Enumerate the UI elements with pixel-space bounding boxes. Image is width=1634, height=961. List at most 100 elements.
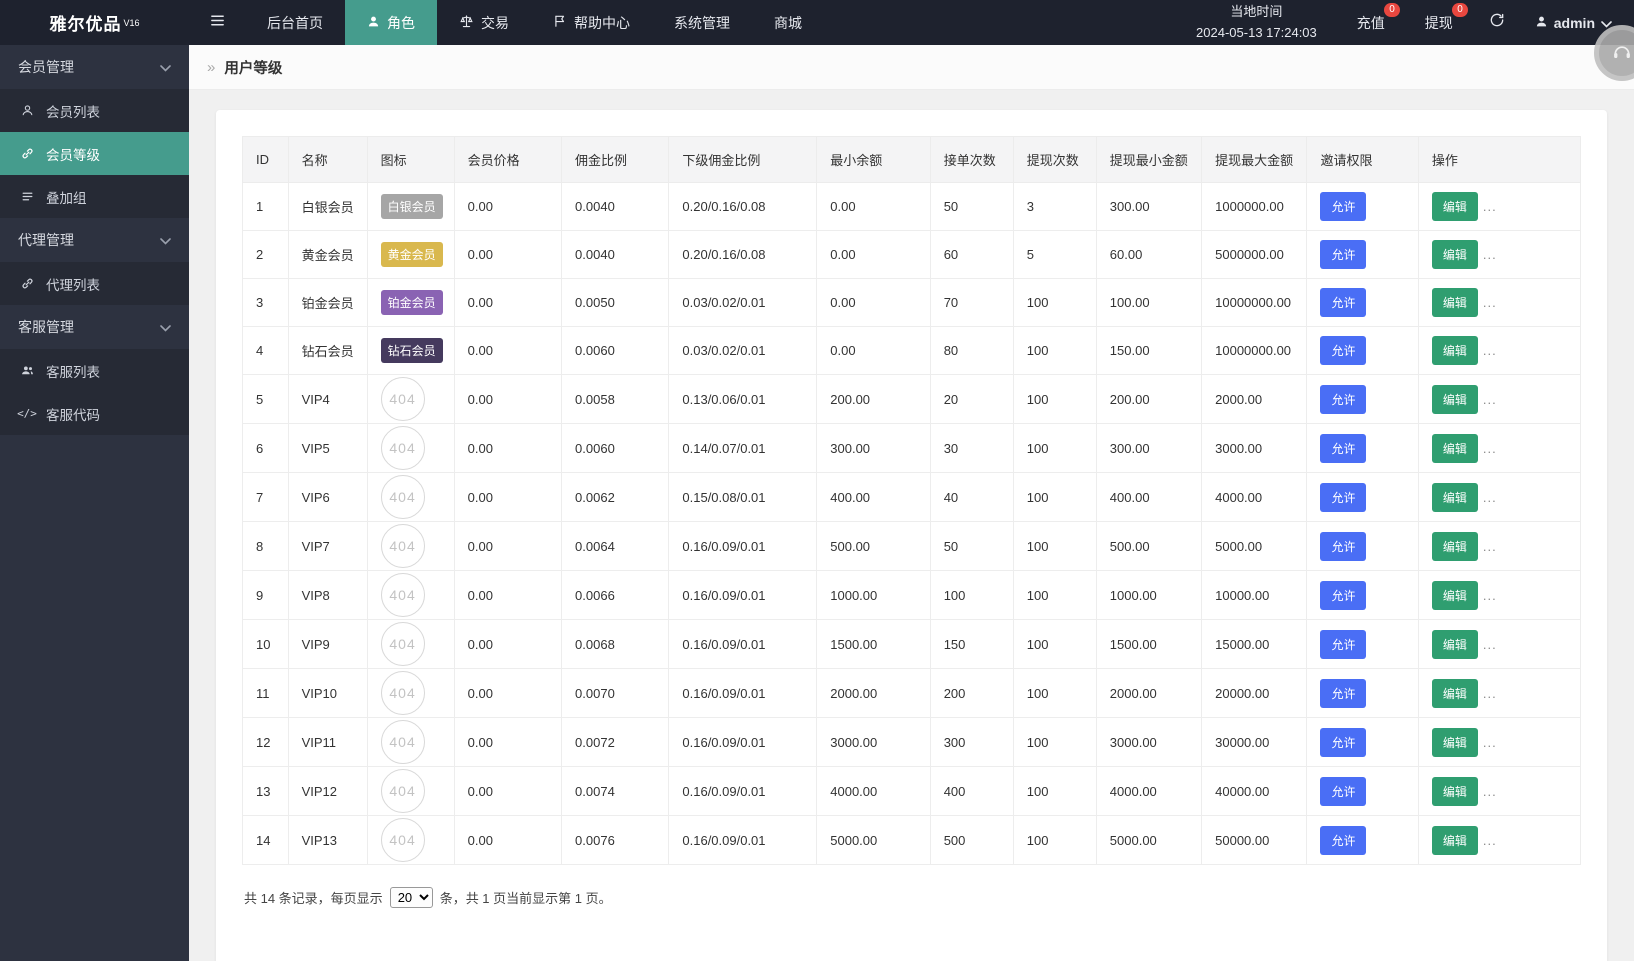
cell-id: 12 <box>243 718 289 767</box>
cell-withdraw-max: 1000000.00 <box>1202 183 1307 231</box>
cell-actions: 编辑... <box>1418 231 1580 279</box>
cell-id: 13 <box>243 767 289 816</box>
action-more-label: ... <box>1483 490 1497 505</box>
nav-item-mall[interactable]: 商城 <box>752 0 824 45</box>
allow-button[interactable]: 允许 <box>1320 630 1366 659</box>
sidebar-section-service-management[interactable]: 客服管理 <box>0 305 189 349</box>
sidebar-section-label: 会员管理 <box>18 57 74 77</box>
edit-button[interactable]: 编辑 <box>1432 581 1478 610</box>
cell-invite-permission: 允许 <box>1307 231 1418 279</box>
cell-min-balance: 0.00 <box>817 231 930 279</box>
nav-item-trade[interactable]: 交易 <box>437 0 531 45</box>
allow-button[interactable]: 允许 <box>1320 826 1366 855</box>
cell-sub-commission: 0.13/0.06/0.01 <box>669 375 817 424</box>
cell-invite-permission: 允许 <box>1307 424 1418 473</box>
sidebar-item-agent-list[interactable]: 代理列表 <box>0 262 189 305</box>
pagination-summary-before: 共 14 条记录，每页显示 <box>244 888 383 907</box>
nav-item-dashboard[interactable]: 后台首页 <box>245 0 345 45</box>
edit-button[interactable]: 编辑 <box>1432 385 1478 414</box>
cell-invite-permission: 允许 <box>1307 279 1418 327</box>
edit-button[interactable]: 编辑 <box>1432 483 1478 512</box>
cell-withdraw-max: 50000.00 <box>1202 816 1307 865</box>
missing-image-404-icon: 404 <box>381 377 425 421</box>
allow-button[interactable]: 允许 <box>1320 483 1366 512</box>
refresh-button[interactable] <box>1473 0 1521 45</box>
cell-invite-permission: 允许 <box>1307 327 1418 375</box>
edit-button[interactable]: 编辑 <box>1432 240 1478 269</box>
edit-button[interactable]: 编辑 <box>1432 532 1478 561</box>
edit-button[interactable]: 编辑 <box>1432 728 1478 757</box>
sidebar-item-stacking-group[interactable]: 叠加组 <box>0 175 189 218</box>
cell-id: 7 <box>243 473 289 522</box>
cell-commission: 0.0072 <box>562 718 669 767</box>
cell-min-balance: 0.00 <box>817 327 930 375</box>
cell-icon: 404 <box>367 375 454 424</box>
sidebar-section-agent-management[interactable]: 代理管理 <box>0 218 189 262</box>
allow-button[interactable]: 允许 <box>1320 240 1366 269</box>
cell-sub-commission: 0.16/0.09/0.01 <box>669 522 817 571</box>
cell-min-balance: 400.00 <box>817 473 930 522</box>
action-more-label: ... <box>1483 784 1497 799</box>
cell-sub-commission: 0.15/0.08/0.01 <box>669 473 817 522</box>
cell-actions: 编辑... <box>1418 473 1580 522</box>
allow-button[interactable]: 允许 <box>1320 581 1366 610</box>
cell-withdraw-min: 500.00 <box>1096 522 1201 571</box>
table-row: 3铂金会员铂金会员0.000.00500.03/0.02/0.010.00701… <box>243 279 1581 327</box>
table-row: 1白银会员白银会员0.000.00400.20/0.16/0.080.00503… <box>243 183 1581 231</box>
cell-icon: 404 <box>367 620 454 669</box>
cell-name: VIP11 <box>288 718 367 767</box>
cell-price: 0.00 <box>454 620 561 669</box>
edit-button[interactable]: 编辑 <box>1432 192 1478 221</box>
edit-button[interactable]: 编辑 <box>1432 777 1478 806</box>
sidebar-item-service-list[interactable]: 客服列表 <box>0 349 189 392</box>
page-title: 用户等级 <box>224 57 282 78</box>
cell-invite-permission: 允许 <box>1307 375 1418 424</box>
allow-button[interactable]: 允许 <box>1320 679 1366 708</box>
edit-button[interactable]: 编辑 <box>1432 630 1478 659</box>
sidebar-section-member-management[interactable]: 会员管理 <box>0 45 189 89</box>
cell-icon: 404 <box>367 522 454 571</box>
sidebar-item-member-level[interactable]: 会员等级 <box>0 132 189 175</box>
edit-button[interactable]: 编辑 <box>1432 336 1478 365</box>
allow-button[interactable]: 允许 <box>1320 728 1366 757</box>
table-header-row: ID 名称 图标 会员价格 佣金比例 下级佣金比例 最小余额 接单次数 提现次数… <box>243 137 1581 183</box>
sidebar-item-member-list[interactable]: 会员列表 <box>0 89 189 132</box>
column-header-actions: 操作 <box>1418 137 1580 183</box>
chevron-down-icon <box>160 319 171 335</box>
withdraw-label: 提现 <box>1425 13 1453 33</box>
cell-name: 黄金会员 <box>288 231 367 279</box>
allow-button[interactable]: 允许 <box>1320 288 1366 317</box>
cell-commission: 0.0058 <box>562 375 669 424</box>
edit-button[interactable]: 编辑 <box>1432 826 1478 855</box>
cell-withdraw-max: 5000000.00 <box>1202 231 1307 279</box>
sidebar-toggle-button[interactable] <box>189 0 245 45</box>
sidebar: 会员管理 会员列表 会员等级 叠加组 代理管理 <box>0 45 189 961</box>
allow-button[interactable]: 允许 <box>1320 434 1366 463</box>
allow-button[interactable]: 允许 <box>1320 777 1366 806</box>
per-page-select[interactable]: 20 <box>390 887 433 908</box>
edit-button[interactable]: 编辑 <box>1432 679 1478 708</box>
nav-item-roles[interactable]: 角色 <box>345 0 437 45</box>
action-more-label: ... <box>1483 735 1497 750</box>
recharge-button[interactable]: 充值 0 <box>1337 0 1405 45</box>
action-more-label: ... <box>1483 343 1497 358</box>
cell-name: VIP5 <box>288 424 367 473</box>
cell-price: 0.00 <box>454 375 561 424</box>
edit-button[interactable]: 编辑 <box>1432 434 1478 463</box>
withdraw-button[interactable]: 提现 0 <box>1405 0 1473 45</box>
cell-id: 2 <box>243 231 289 279</box>
nav-item-label: 交易 <box>481 13 509 33</box>
nav-item-help-center[interactable]: 帮助中心 <box>531 0 652 45</box>
cell-withdraw-count: 100 <box>1013 718 1096 767</box>
sidebar-item-label: 叠加组 <box>46 187 87 207</box>
allow-button[interactable]: 允许 <box>1320 336 1366 365</box>
allow-button[interactable]: 允许 <box>1320 532 1366 561</box>
allow-button[interactable]: 允许 <box>1320 192 1366 221</box>
edit-button[interactable]: 编辑 <box>1432 288 1478 317</box>
cell-icon: 黄金会员 <box>367 231 454 279</box>
sidebar-item-service-code[interactable]: </> 客服代码 <box>0 392 189 435</box>
nav-item-system-management[interactable]: 系统管理 <box>652 0 752 45</box>
cell-withdraw-max: 20000.00 <box>1202 669 1307 718</box>
allow-button[interactable]: 允许 <box>1320 385 1366 414</box>
cell-order-count: 50 <box>930 183 1013 231</box>
